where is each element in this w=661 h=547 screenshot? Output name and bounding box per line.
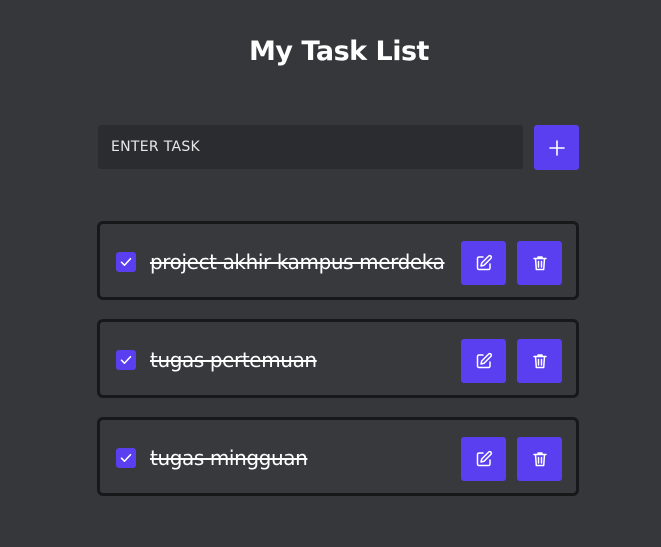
edit-task-button[interactable] xyxy=(461,339,506,383)
delete-task-button[interactable] xyxy=(517,437,562,481)
edit-task-button[interactable] xyxy=(461,241,506,285)
check-icon xyxy=(119,255,133,269)
delete-task-button[interactable] xyxy=(517,241,562,285)
task-list: project akhir kampus merdeka tugas perte… xyxy=(97,221,579,515)
edit-icon xyxy=(474,253,494,273)
task-input[interactable] xyxy=(98,125,523,169)
task-item: project akhir kampus merdeka xyxy=(97,221,579,300)
trash-icon xyxy=(530,449,550,469)
task-text: project akhir kampus merdeka xyxy=(150,250,445,274)
task-checkbox[interactable] xyxy=(116,252,136,272)
task-item: tugas pertemuan xyxy=(97,319,579,398)
delete-task-button[interactable] xyxy=(517,339,562,383)
add-task-button[interactable] xyxy=(534,125,579,170)
trash-icon xyxy=(530,253,550,273)
plus-icon xyxy=(548,139,566,157)
task-text: tugas pertemuan xyxy=(150,348,317,372)
trash-icon xyxy=(530,351,550,371)
page-title: My Task List xyxy=(249,36,429,67)
check-icon xyxy=(119,451,133,465)
edit-icon xyxy=(474,449,494,469)
edit-task-button[interactable] xyxy=(461,437,506,481)
edit-icon xyxy=(474,351,494,371)
task-checkbox[interactable] xyxy=(116,350,136,370)
check-icon xyxy=(119,353,133,367)
task-text: tugas mingguan xyxy=(150,446,308,470)
task-checkbox[interactable] xyxy=(116,448,136,468)
task-item: tugas mingguan xyxy=(97,417,579,496)
